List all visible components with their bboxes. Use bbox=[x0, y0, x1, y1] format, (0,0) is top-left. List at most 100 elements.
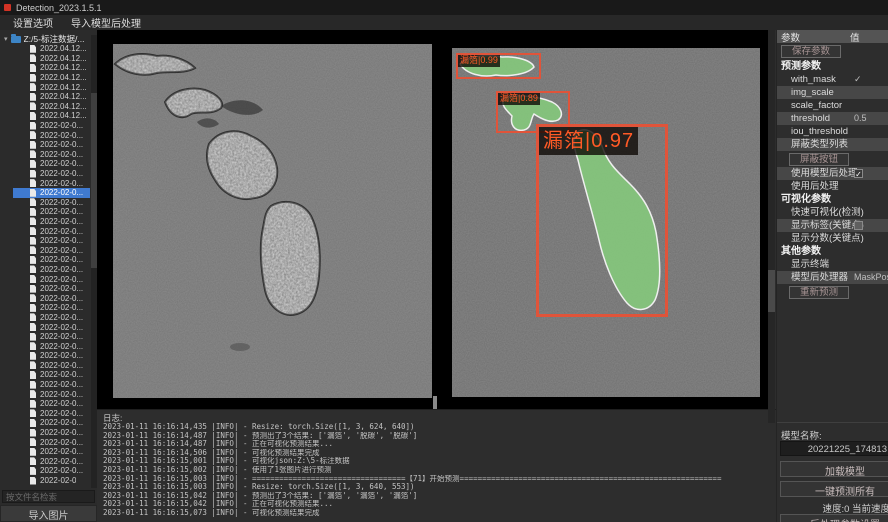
tree-item[interactable]: 2022-02-0... bbox=[0, 418, 90, 428]
tree-item[interactable]: 2022-02-0... bbox=[0, 169, 90, 179]
tree-item[interactable]: 2022-02-0... bbox=[0, 217, 90, 227]
menu-item-import-postprocess[interactable]: 导入模型后处理 bbox=[62, 15, 150, 30]
menu-bar: 设置选项 导入模型后处理 bbox=[0, 15, 888, 30]
left-image bbox=[113, 44, 432, 398]
tree-item[interactable]: 2022-02-0... bbox=[0, 332, 90, 342]
tree-item-label: 2022-02-0... bbox=[40, 351, 83, 360]
chevron-down-icon[interactable]: ▾ bbox=[4, 35, 8, 43]
tree-item[interactable]: 2022.04.12... bbox=[0, 111, 90, 121]
predict-all-button[interactable]: 一键预测所有 bbox=[780, 481, 888, 497]
tree-item[interactable]: 2022-02-0... bbox=[0, 428, 90, 438]
param-row[interactable]: iou_threshold bbox=[777, 125, 888, 138]
log-title: 日志: bbox=[103, 412, 776, 423]
param-value: MaskPostPro bbox=[854, 271, 888, 284]
tree-item[interactable]: 2022-02-0... bbox=[0, 150, 90, 160]
tree-item[interactable]: 2022-02-0... bbox=[0, 466, 90, 476]
tree-item-label: 2022.04.12... bbox=[40, 73, 87, 82]
tree-item[interactable]: 2022-02-0... bbox=[0, 130, 90, 140]
params-scrollbar[interactable] bbox=[768, 30, 775, 423]
tree-item[interactable]: 2022-02-0... bbox=[0, 265, 90, 275]
file-icon bbox=[30, 467, 36, 475]
menu-item-settings[interactable]: 设置选项 bbox=[4, 15, 62, 30]
tree-item[interactable]: 2022.04.12... bbox=[0, 92, 90, 102]
file-tree-panel: ▾ Z:/5-标注数据/... 2022.04.12...2022.04.12.… bbox=[0, 30, 97, 522]
tree-item[interactable]: 2022-02-0... bbox=[0, 399, 90, 409]
param-section-label: 预测参数 bbox=[777, 60, 888, 73]
param-row[interactable]: 显示分数(关键点) bbox=[777, 232, 888, 245]
tree-item-label: 2022-02-0... bbox=[40, 438, 83, 447]
tree-item[interactable]: 2022-02-0... bbox=[0, 303, 90, 313]
tree-item[interactable]: 2022.04.12... bbox=[0, 73, 90, 83]
filename-search-input[interactable] bbox=[2, 490, 95, 503]
param-value: ✓ bbox=[854, 73, 862, 86]
param-row[interactable]: threshold0.5 bbox=[777, 112, 888, 125]
tree-item[interactable]: 2022-02-0... bbox=[0, 178, 90, 188]
model-name-field[interactable]: 20221225_174813 bbox=[780, 441, 888, 456]
tree-item[interactable]: 2022-02-0... bbox=[0, 409, 90, 419]
file-icon bbox=[30, 54, 36, 62]
param-row[interactable]: 使用模型后处理✓ bbox=[777, 167, 888, 180]
tree-item[interactable]: 2022-02-0... bbox=[0, 313, 90, 323]
tree-item[interactable]: 2022-02-0... bbox=[0, 389, 90, 399]
param-label: 使用模型后处理 bbox=[791, 168, 858, 179]
tree-item[interactable]: 2022.04.12... bbox=[0, 54, 90, 64]
tree-item-label: 2022-02-0... bbox=[40, 246, 83, 255]
param-row[interactable]: 快速可视化(检测) bbox=[777, 206, 888, 219]
save-params-button[interactable]: 保存参数 bbox=[781, 45, 841, 58]
tree-item-label: 2022-02-0... bbox=[40, 179, 83, 188]
param-checkbox[interactable] bbox=[854, 221, 863, 230]
tree-item[interactable]: 2022-02-0... bbox=[0, 140, 90, 150]
param-button[interactable]: 屏蔽按钮 bbox=[789, 153, 849, 166]
param-button[interactable]: 重新预测 bbox=[789, 286, 849, 299]
tree-item[interactable]: 2022-02-0... bbox=[0, 255, 90, 265]
tree-item[interactable]: 2022-02-0... bbox=[0, 198, 90, 208]
tree-item[interactable]: 2022-02-0... bbox=[0, 457, 90, 467]
postprocess-settings-button[interactable]: 后处理参数设置 bbox=[780, 514, 888, 522]
tree-item[interactable]: 2022-02-0... bbox=[0, 274, 90, 284]
file-icon bbox=[30, 371, 36, 379]
param-row[interactable]: with_mask✓ bbox=[777, 73, 888, 86]
tree-item[interactable]: 2022-02-0... bbox=[0, 245, 90, 255]
tree-item[interactable]: 2022-02-0... bbox=[0, 293, 90, 303]
tree-item[interactable]: 2022-02-0... bbox=[0, 121, 90, 131]
tree-item[interactable]: 2022.04.12... bbox=[0, 63, 90, 73]
tree-item[interactable]: 2022.04.12... bbox=[0, 102, 90, 112]
tree-item-label: 2022-02-0... bbox=[40, 466, 83, 475]
params-scrollbar-thumb[interactable] bbox=[768, 270, 775, 312]
tree-item-label: 2022-02-0... bbox=[40, 370, 83, 379]
tree-item[interactable]: 2022-02-0... bbox=[0, 226, 90, 236]
tree-item-label: 2022-02-0... bbox=[40, 131, 83, 140]
tree-item[interactable]: 2022.04.12... bbox=[0, 44, 90, 54]
tree-item[interactable]: 2022-02-0... bbox=[0, 370, 90, 380]
tree-item[interactable]: 2022-02-0... bbox=[0, 207, 90, 217]
param-row[interactable]: 使用后处理 bbox=[777, 180, 888, 193]
param-row[interactable]: img_scale bbox=[777, 86, 888, 99]
tree-item[interactable]: 2022.04.12... bbox=[0, 82, 90, 92]
tree-item-label: 2022-02-0... bbox=[40, 390, 83, 399]
tree-item[interactable]: 2022-02-0... bbox=[0, 159, 90, 169]
tree-root-folder[interactable]: ▾ Z:/5-标注数据/... bbox=[0, 33, 90, 44]
tree-item[interactable]: 2022-02-0... bbox=[0, 361, 90, 371]
tree-item[interactable]: 2022-02-0... bbox=[0, 188, 90, 198]
params-panel: 参数 值 保存参数 预测参数with_mask✓img_scalescale_f… bbox=[776, 30, 888, 522]
tree-item[interactable]: 2022-02-0... bbox=[0, 284, 90, 294]
load-model-button[interactable]: 加载模型 bbox=[780, 461, 888, 477]
tree-item[interactable]: 2022-02-0... bbox=[0, 351, 90, 361]
param-row[interactable]: 显示标签(关键点) bbox=[777, 219, 888, 232]
param-row[interactable]: scale_factor bbox=[777, 99, 888, 112]
tree-item-label: 2022-02-0... bbox=[40, 313, 83, 322]
param-checkbox[interactable]: ✓ bbox=[854, 169, 863, 178]
tree-item[interactable]: 2022-02-0... bbox=[0, 437, 90, 447]
param-row[interactable]: 模型后处理器MaskPostPro bbox=[777, 271, 888, 284]
import-images-button[interactable]: 导入图片 bbox=[0, 505, 97, 522]
tree-item[interactable]: 2022-02-0... bbox=[0, 380, 90, 390]
tree-item[interactable]: 2022-02-0... bbox=[0, 322, 90, 332]
param-row[interactable]: 显示终端 bbox=[777, 258, 888, 271]
splitter-handle[interactable] bbox=[433, 396, 437, 409]
param-row[interactable]: 屏蔽类型列表 bbox=[777, 138, 888, 151]
tree-item[interactable]: 2022-02-0... bbox=[0, 236, 90, 246]
tree-item[interactable]: 2022-02-0... bbox=[0, 341, 90, 351]
tree-item[interactable]: 2022-02-0 bbox=[0, 476, 90, 486]
param-label: 显示终端 bbox=[791, 259, 829, 270]
tree-item[interactable]: 2022-02-0... bbox=[0, 447, 90, 457]
